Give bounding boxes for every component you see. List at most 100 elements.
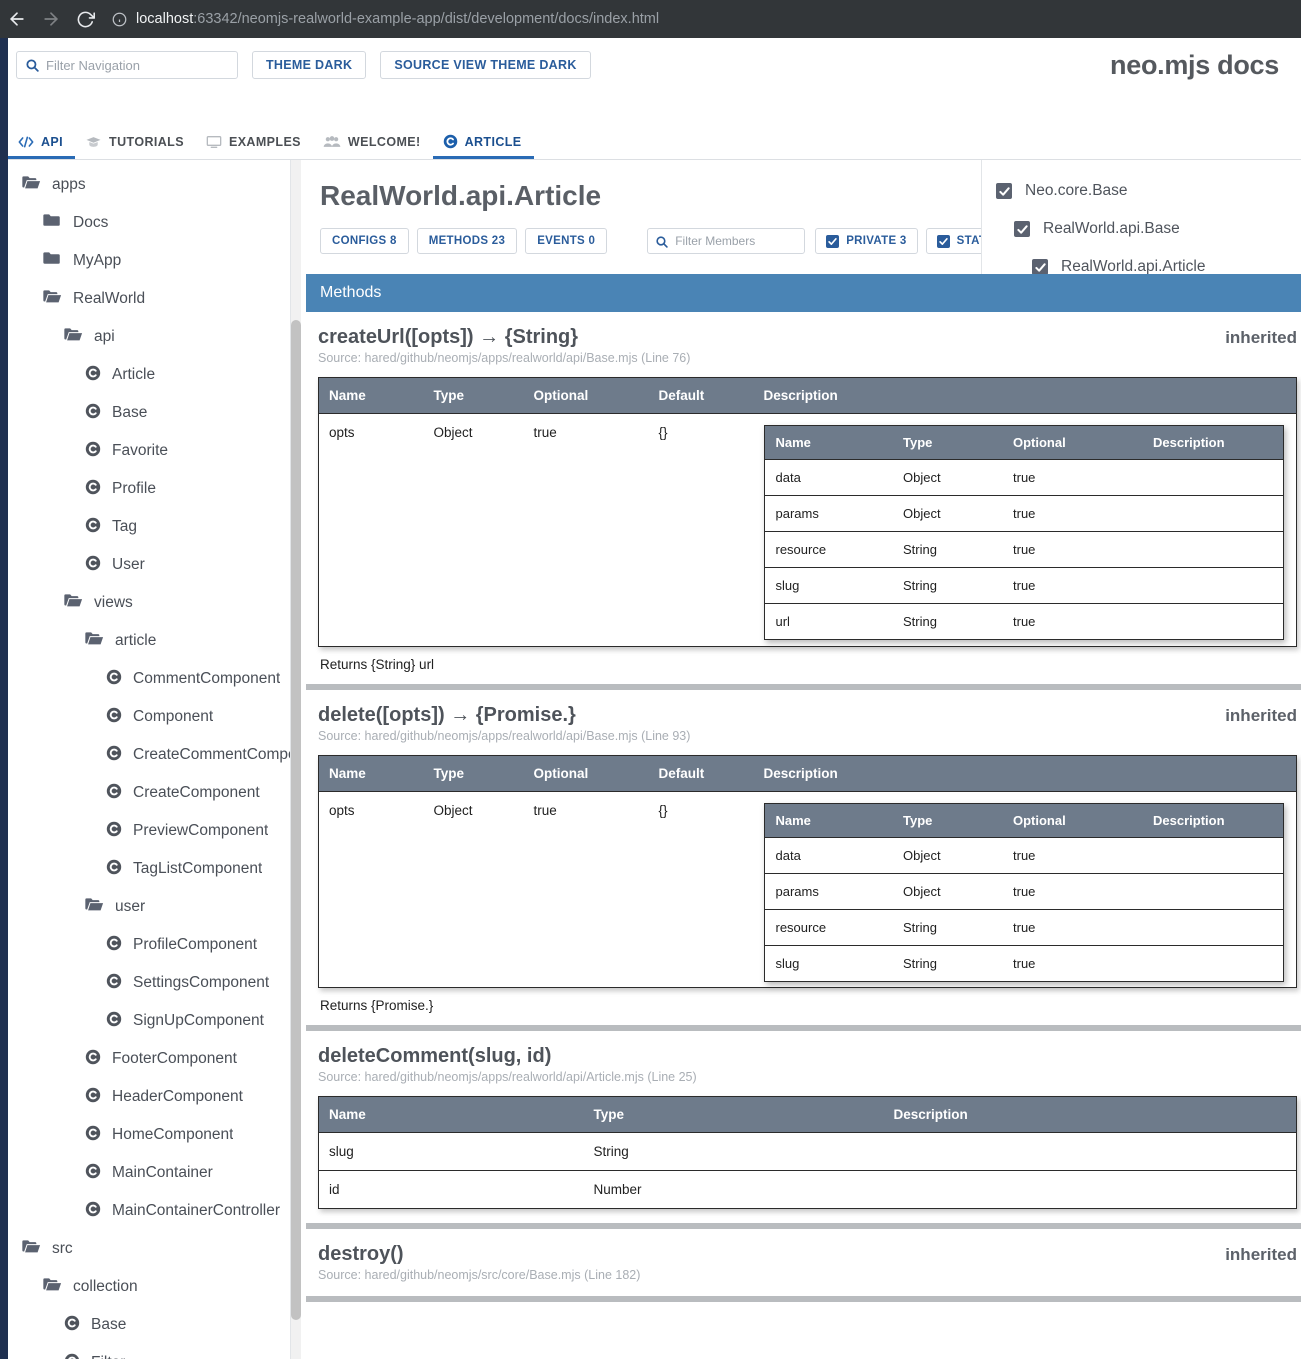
sidebar-scrollbar[interactable]: [291, 160, 301, 1359]
tree-node-label: MainContainerController: [112, 1202, 280, 1219]
filter-navigation-input[interactable]: [46, 57, 229, 73]
cell-type: String: [892, 531, 1002, 568]
method-source: Source: hared/github/neomjs/apps/realwor…: [318, 351, 691, 365]
table-row: data Object true: [764, 837, 1283, 874]
cell-description: [883, 1132, 1297, 1171]
tab-welcome[interactable]: WELCOME!: [313, 127, 433, 159]
method-signature: createUrl([opts]) → {String}: [318, 326, 579, 348]
filter-navigation-field[interactable]: [16, 51, 238, 79]
cell-optional: true: [1002, 837, 1142, 874]
tree-node[interactable]: Base: [8, 394, 290, 432]
folder-open-icon: [85, 897, 104, 917]
events-button[interactable]: EVENTS 0: [525, 228, 608, 254]
parameter-table: Name Type Description slug String id Number: [318, 1096, 1297, 1209]
cell-name: resource: [764, 531, 892, 568]
tree-node[interactable]: user: [8, 888, 290, 926]
tree-node[interactable]: Base: [8, 1306, 290, 1344]
folder-open-icon: [22, 1239, 41, 1259]
tab-article[interactable]: ARTICLE: [432, 127, 534, 159]
column-header: Description: [1142, 803, 1283, 838]
hierarchy-item[interactable]: Neo.core.Base: [996, 172, 1301, 210]
tree-node[interactable]: CommentComponent: [8, 660, 290, 698]
inherited-badge: inherited: [1225, 328, 1297, 347]
checkbox-checked-icon[interactable]: [1032, 259, 1048, 275]
folder-open-icon: [64, 593, 83, 613]
tree-node-label: src: [52, 1240, 73, 1257]
table-row: resource String true: [764, 531, 1283, 568]
tree-node[interactable]: Docs: [8, 204, 290, 242]
url-path: :63342/neomjs-realworld-example-app/dist…: [193, 11, 660, 27]
tree-node[interactable]: User: [8, 546, 290, 584]
tree-node[interactable]: FooterComponent: [8, 1040, 290, 1078]
tree-node[interactable]: HomeComponent: [8, 1116, 290, 1154]
cell-name: id: [318, 1170, 584, 1209]
tab-examples-label: EXAMPLES: [228, 134, 301, 149]
tree-node[interactable]: apps: [8, 166, 290, 204]
tree-node-label: Favorite: [112, 442, 168, 459]
tree-node[interactable]: PreviewComponent: [8, 812, 290, 850]
tab-api[interactable]: API: [8, 127, 76, 159]
private-toggle[interactable]: PRIVATE 3: [815, 228, 918, 254]
tree-node[interactable]: article: [8, 622, 290, 660]
tree-node[interactable]: CreateCommentComponent: [8, 736, 290, 774]
tree-node-label: Profile: [112, 480, 156, 497]
method-returns: Returns {String} url: [320, 657, 435, 672]
main-tab-bar: API TUTORIALS EXAMPLES WELCOME! ARTICLE: [8, 128, 1301, 160]
tree-node[interactable]: RealWorld: [8, 280, 290, 318]
theme-dark-button[interactable]: THEME DARK: [252, 51, 367, 79]
tree-node[interactable]: MyApp: [8, 242, 290, 280]
cell-optional: true: [1002, 459, 1142, 496]
filter-members-input[interactable]: [675, 234, 798, 248]
tree-node[interactable]: api: [8, 318, 290, 356]
reload-icon[interactable]: [68, 0, 102, 38]
tree-node[interactable]: CreateComponent: [8, 774, 290, 812]
navigation-tree[interactable]: apps Docs MyApp RealWorld api Article Base Favo…: [8, 160, 291, 1359]
folder-open-icon: [85, 631, 104, 651]
forward-arrow-icon[interactable]: [34, 0, 68, 38]
tree-node[interactable]: SignUpComponent: [8, 1002, 290, 1040]
class-circle-c-icon: [64, 1315, 80, 1336]
tree-node[interactable]: HeaderComponent: [8, 1078, 290, 1116]
tree-node-label: article: [115, 632, 157, 649]
configs-button[interactable]: CONFIGS 8: [320, 228, 409, 254]
tree-node[interactable]: collection: [8, 1268, 290, 1306]
tree-node[interactable]: Tag: [8, 508, 290, 546]
tree-node[interactable]: ProfileComponent: [8, 926, 290, 964]
parameter-table: Name Type Optional Default Description opts Ob…: [318, 755, 1297, 988]
cell-description: [1142, 909, 1283, 946]
column-header: Name: [764, 803, 892, 838]
source-view-theme-dark-button[interactable]: SOURCE VIEW THEME DARK: [380, 51, 591, 79]
tab-examples[interactable]: EXAMPLES: [196, 127, 313, 159]
methods-button[interactable]: METHODS 23: [416, 228, 518, 254]
hierarchy-item[interactable]: RealWorld.api.Base: [996, 210, 1301, 248]
column-header: Optional: [1002, 425, 1142, 460]
cell-name: data: [764, 459, 892, 496]
sidebar-scrollbar-thumb[interactable]: [291, 320, 301, 1320]
column-header: Type: [423, 755, 524, 792]
address-bar[interactable]: localhost:63342/neomjs-realworld-example…: [110, 6, 1301, 32]
filter-members-field[interactable]: [647, 228, 806, 254]
tree-node[interactable]: Component: [8, 698, 290, 736]
tree-node[interactable]: Article: [8, 356, 290, 394]
cell-type: Object: [892, 873, 1002, 910]
cell-description: [1142, 567, 1283, 604]
tree-node[interactable]: TagListComponent: [8, 850, 290, 888]
tree-node[interactable]: src: [8, 1230, 290, 1268]
table-row: opts Object true{} Name Type Optional Descript…: [318, 413, 1297, 647]
tree-node[interactable]: Favorite: [8, 432, 290, 470]
tree-node[interactable]: views: [8, 584, 290, 622]
tree-node[interactable]: MainContainer: [8, 1154, 290, 1192]
cell-optional: true: [1002, 495, 1142, 532]
table-row: params Object true: [764, 495, 1283, 532]
tab-tutorials[interactable]: TUTORIALS: [75, 127, 196, 159]
tree-node[interactable]: SettingsComponent: [8, 964, 290, 1002]
checkbox-checked-icon[interactable]: [1014, 221, 1030, 237]
tree-node-label: HomeComponent: [112, 1126, 234, 1143]
tree-node[interactable]: Profile: [8, 470, 290, 508]
tree-node[interactable]: Filter: [8, 1344, 290, 1359]
tree-node[interactable]: MainContainerController: [8, 1192, 290, 1230]
back-arrow-icon[interactable]: [0, 0, 34, 38]
cell-name: slug: [318, 1132, 584, 1171]
checkbox-checked-icon[interactable]: [996, 183, 1012, 199]
code-brackets-icon: [18, 135, 34, 149]
